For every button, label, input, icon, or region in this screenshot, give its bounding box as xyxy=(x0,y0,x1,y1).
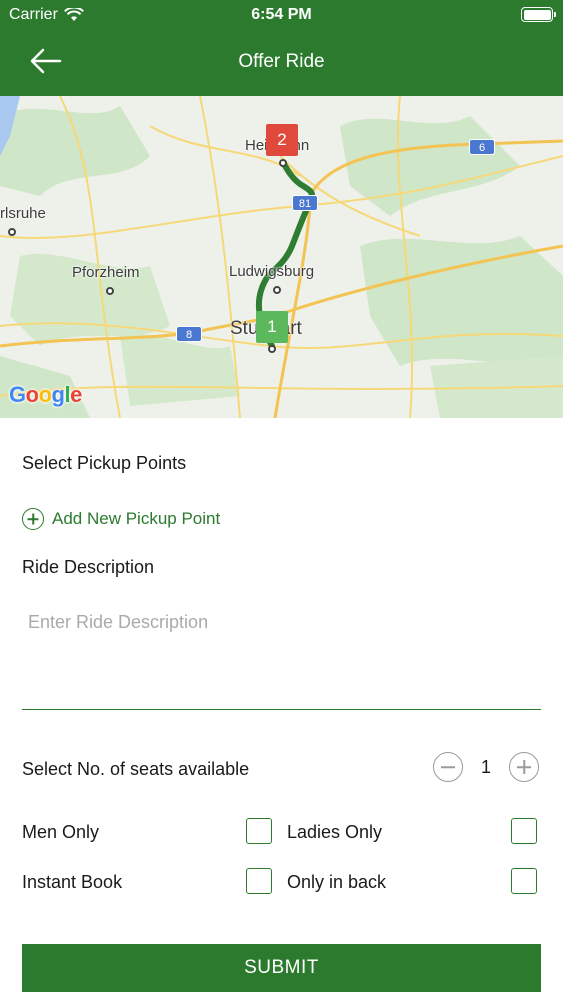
instant-book-label: Instant Book xyxy=(22,872,123,892)
map-pin-pforzheim xyxy=(106,287,114,295)
ladies-only-checkbox[interactable] xyxy=(511,818,537,844)
highway-shield-a6: 6 xyxy=(469,139,495,155)
pickup-points-heading: Select Pickup Points xyxy=(22,453,187,473)
submit-button[interactable]: SUBMIT xyxy=(22,944,541,992)
add-pickup-point-label: Add New Pickup Point xyxy=(52,509,221,528)
seats-label: Select No. of seats available xyxy=(22,759,250,779)
status-time: 6:54 PM xyxy=(251,6,312,23)
route-map[interactable]: Heilbronn rlsruhe Pforzheim Ludwigsburg … xyxy=(0,96,563,418)
add-pickup-point-button[interactable]: Add New Pickup Point xyxy=(22,508,220,530)
seats-stepper: 1 xyxy=(432,752,539,782)
map-label-pforzheim: Pforzheim xyxy=(72,264,140,281)
men-only-checkbox[interactable] xyxy=(246,818,272,844)
map-label-karlsruhe: rlsruhe xyxy=(0,205,46,222)
map-pin-heilbronn xyxy=(279,159,287,167)
ride-description-heading: Ride Description xyxy=(22,557,155,577)
highway-shield-a8: 8 xyxy=(176,326,202,342)
map-pin-ludwigsburg xyxy=(273,286,281,294)
only-in-back-checkbox[interactable] xyxy=(511,868,537,894)
nav-bar: Offer Ride xyxy=(0,30,563,96)
page-title: Offer Ride xyxy=(238,51,325,72)
map-pin-karlsruhe xyxy=(8,228,16,236)
increase-seats-button[interactable] xyxy=(509,752,539,782)
map-pin-stuttgart xyxy=(268,345,276,353)
seats-count: 1 xyxy=(480,756,491,777)
map-label-ludwigsburg: Ludwigsburg xyxy=(229,263,315,280)
highway-shield-a81: 81 xyxy=(292,195,318,211)
add-circle-icon xyxy=(22,508,44,530)
route-start-marker[interactable]: 1 xyxy=(256,311,288,343)
battery-icon xyxy=(521,7,556,22)
app-header: Carrier 6:54 PM Offer Ride xyxy=(0,0,563,96)
decrease-seats-button[interactable] xyxy=(432,752,463,782)
men-only-label: Men Only xyxy=(22,822,100,842)
ladies-only-label: Ladies Only xyxy=(287,822,383,842)
only-in-back-label: Only in back xyxy=(287,872,387,892)
status-bar: Carrier 6:54 PM xyxy=(0,0,563,30)
ride-description-input[interactable] xyxy=(22,608,541,710)
instant-book-checkbox[interactable] xyxy=(246,868,272,894)
google-logo: Google xyxy=(9,382,82,407)
route-end-marker[interactable]: 2 xyxy=(266,124,298,156)
